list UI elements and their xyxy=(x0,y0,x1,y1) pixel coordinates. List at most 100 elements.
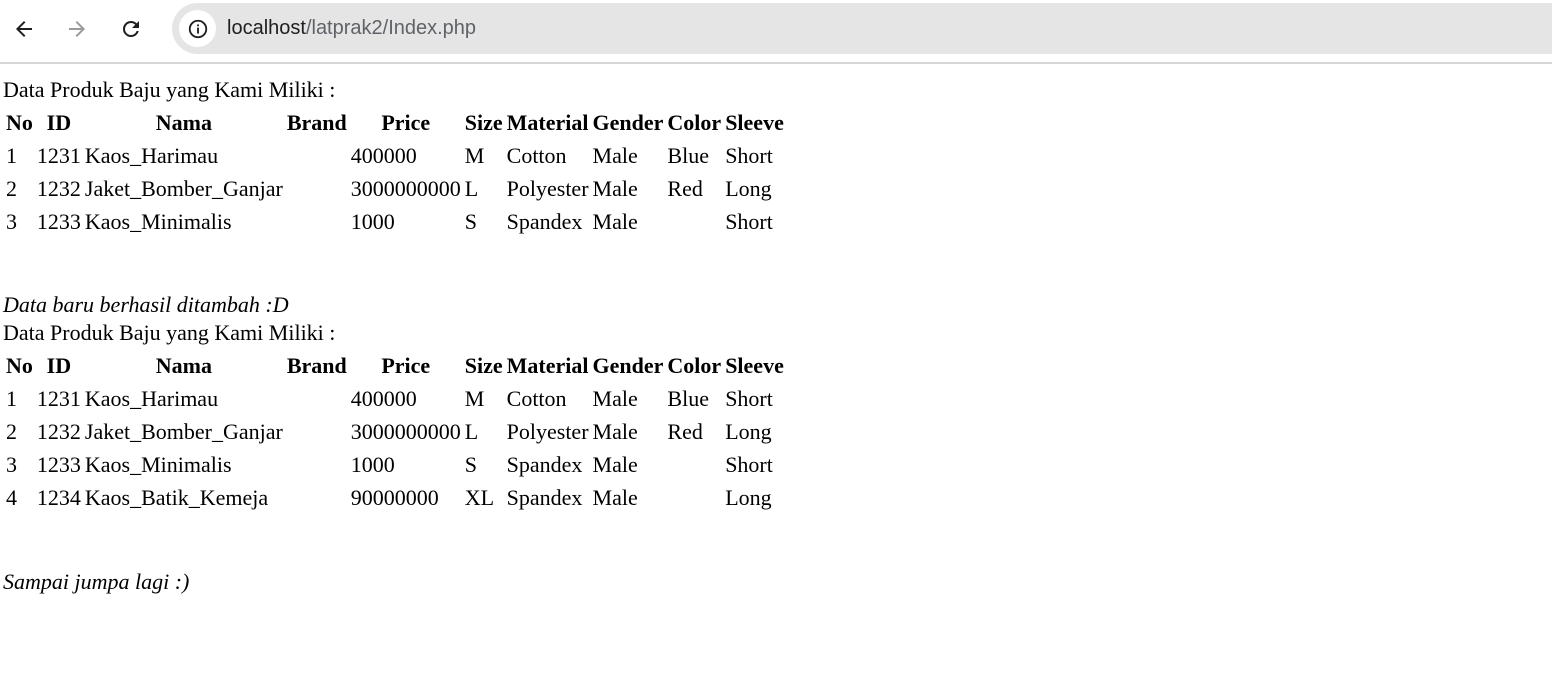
cell-material: Polyester xyxy=(506,418,589,444)
cell-gender: Male xyxy=(592,142,638,168)
column-header-sleeve: Sleeve xyxy=(725,352,784,378)
column-header-sleeve: Sleeve xyxy=(725,109,784,135)
success-message: Data baru berhasil ditambah :D xyxy=(3,292,289,317)
product-table-2: No ID Nama Brand Price Size Material Gender Colo… xyxy=(3,349,787,514)
column-header-price: Price xyxy=(381,352,431,378)
browser-toolbar: localhost/latprak2/Index.php xyxy=(0,0,1552,58)
cell-size: XL xyxy=(464,484,495,510)
cell-sleeve: Short xyxy=(725,208,773,234)
back-button[interactable] xyxy=(4,9,44,49)
cell-no: 2 xyxy=(6,175,17,201)
cell-gender: Male xyxy=(592,208,638,234)
table-header-row: No ID Nama Brand Price Size Material Gender Colo… xyxy=(5,349,785,382)
cell-nama: Kaos_Minimalis xyxy=(84,208,232,234)
cell-material: Polyester xyxy=(506,175,589,201)
cell-price: 400000 xyxy=(350,385,417,411)
column-header-gender: Gender xyxy=(592,352,664,378)
column-header-no: No xyxy=(6,109,33,135)
cell-material: Cotton xyxy=(506,385,567,411)
cell-size: S xyxy=(464,208,477,234)
cell-id: 1233 xyxy=(36,451,81,477)
cell-brand xyxy=(286,415,348,448)
cell-color xyxy=(666,205,722,238)
arrow-left-icon xyxy=(16,21,32,37)
cell-brand xyxy=(286,172,348,205)
table-header-row: No ID Nama Brand Price Size Material Gender Colo… xyxy=(5,106,785,139)
cell-id: 1231 xyxy=(36,142,81,168)
cell-size: M xyxy=(464,385,485,411)
column-header-id: ID xyxy=(46,109,72,135)
url-text[interactable]: localhost/latprak2/Index.php xyxy=(227,16,476,40)
cell-id: 1234 xyxy=(36,484,81,510)
reload-button[interactable] xyxy=(111,9,151,49)
cell-no: 2 xyxy=(6,418,17,444)
cell-brand xyxy=(286,139,348,172)
cell-size: S xyxy=(464,451,477,477)
cell-nama: Kaos_Minimalis xyxy=(84,451,232,477)
cell-nama: Jaket_Bomber_Ganjar xyxy=(84,175,283,201)
product-table-1: No ID Nama Brand Price Size Material Gender Colo… xyxy=(3,106,787,238)
column-header-size: Size xyxy=(464,352,503,378)
table-row: 4 1234 Kaos_Batik_Kemeja 90000000 XL Spandex M… xyxy=(5,481,785,514)
cell-no: 1 xyxy=(6,385,17,411)
cell-sleeve: Long xyxy=(725,175,772,201)
info-icon xyxy=(188,19,207,38)
reload-icon xyxy=(122,20,139,37)
table-row: 1 1231 Kaos_Harimau 400000 M Cotton Male Blue Sh… xyxy=(5,139,785,172)
cell-brand xyxy=(286,448,348,481)
cell-material: Cotton xyxy=(506,142,567,168)
cell-gender: Male xyxy=(592,385,638,411)
cell-sleeve: Long xyxy=(725,418,772,444)
cell-gender: Male xyxy=(592,175,638,201)
cell-gender: Male xyxy=(592,418,638,444)
cell-color: Red xyxy=(667,175,703,201)
column-header-no: No xyxy=(6,352,33,378)
cell-no: 3 xyxy=(6,208,17,234)
address-bar[interactable]: localhost/latprak2/Index.php xyxy=(172,3,1552,54)
cell-nama: Kaos_Batik_Kemeja xyxy=(84,484,269,510)
site-info-button[interactable] xyxy=(179,10,216,47)
cell-size: L xyxy=(464,418,479,444)
column-header-brand: Brand xyxy=(286,109,347,135)
cell-brand xyxy=(286,481,348,514)
table-row: 3 1233 Kaos_Minimalis 1000 S Spandex Male Short xyxy=(5,205,785,238)
cell-size: L xyxy=(464,175,479,201)
cell-color: Blue xyxy=(667,385,709,411)
cell-no: 3 xyxy=(6,451,17,477)
cell-no: 4 xyxy=(6,484,17,510)
cell-sleeve: Long xyxy=(725,484,772,510)
cell-sleeve: Short xyxy=(725,385,773,411)
cell-id: 1232 xyxy=(36,418,81,444)
column-header-size: Size xyxy=(464,109,503,135)
cell-price: 1000 xyxy=(350,451,395,477)
cell-no: 1 xyxy=(6,142,17,168)
arrow-right-icon xyxy=(69,21,85,37)
cell-material: Spandex xyxy=(506,208,583,234)
toolbar-divider xyxy=(0,62,1552,64)
cell-brand xyxy=(286,205,348,238)
url-host: localhost xyxy=(227,17,306,39)
column-header-brand: Brand xyxy=(286,352,347,378)
column-header-nama: Nama xyxy=(155,109,212,135)
column-header-color: Color xyxy=(667,109,722,135)
cell-material: Spandex xyxy=(506,451,583,477)
cell-price: 90000000 xyxy=(350,484,439,510)
cell-size: M xyxy=(464,142,485,168)
cell-nama: Kaos_Harimau xyxy=(84,142,219,168)
table-row: 1 1231 Kaos_Harimau 400000 M Cotton Male Blue Sh… xyxy=(5,382,785,415)
cell-sleeve: Short xyxy=(725,451,773,477)
url-path: /latprak2/Index.php xyxy=(305,17,477,39)
column-header-price: Price xyxy=(381,109,431,135)
cell-id: 1233 xyxy=(36,208,81,234)
farewell-message: Sampai jumpa lagi :) xyxy=(3,569,190,594)
cell-nama: Jaket_Bomber_Ganjar xyxy=(84,418,283,444)
table-row: 2 1232 Jaket_Bomber_Ganjar 3000000000 L Polye… xyxy=(5,172,785,205)
cell-gender: Male xyxy=(592,451,638,477)
cell-color: Blue xyxy=(667,142,709,168)
cell-price: 400000 xyxy=(350,142,417,168)
column-header-material: Material xyxy=(506,109,589,135)
forward-button[interactable] xyxy=(57,9,97,49)
cell-brand xyxy=(286,382,348,415)
cell-id: 1231 xyxy=(36,385,81,411)
column-header-id: ID xyxy=(46,352,72,378)
